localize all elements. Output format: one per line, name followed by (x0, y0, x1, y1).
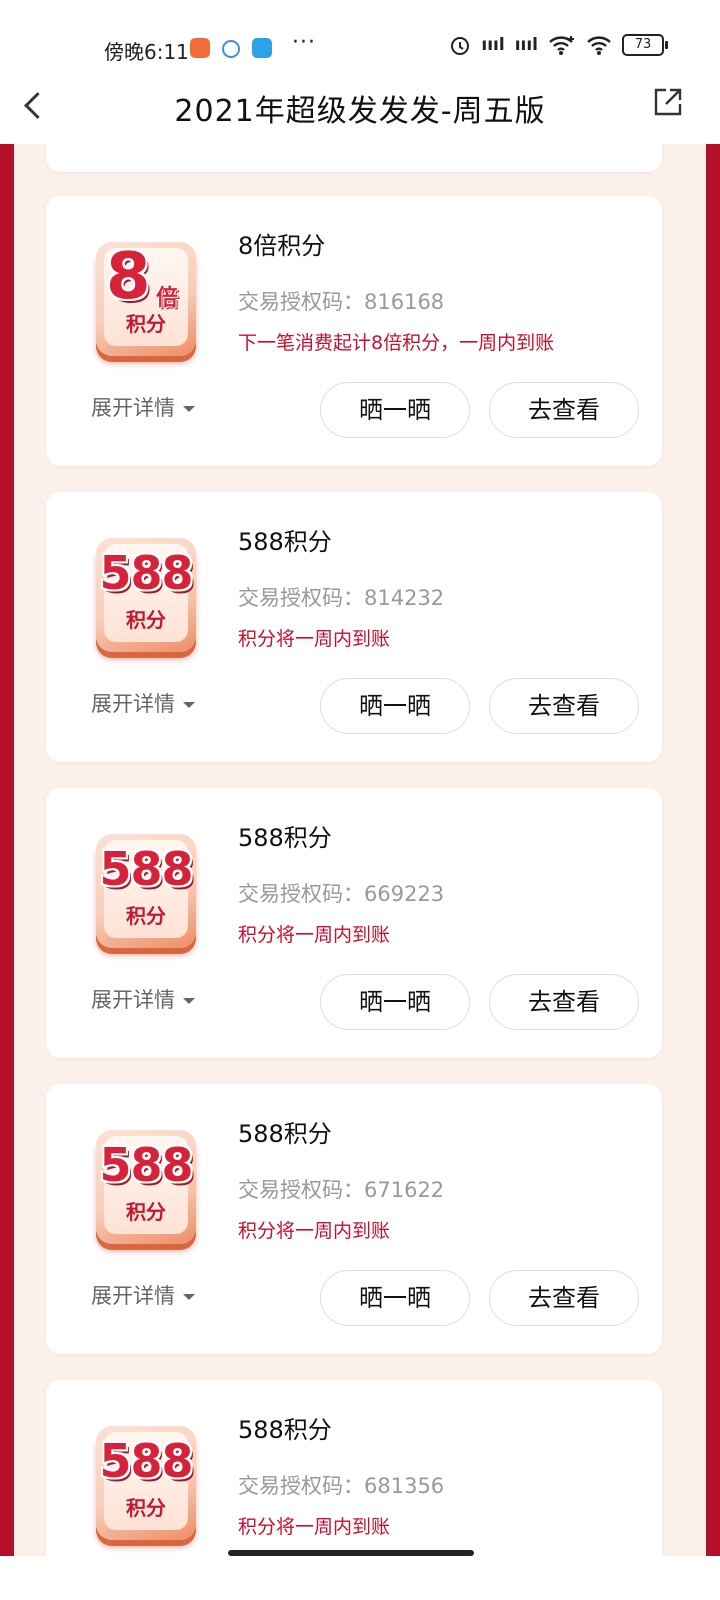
share-button[interactable]: 晒一晒 (320, 678, 470, 734)
chevron-down-icon (183, 406, 195, 412)
card-list: 8 倍 积分 8倍积分 交易授权码：816168 下一笔消费起计8倍积分，一周内… (14, 144, 706, 1556)
badge-number: 588 (99, 1434, 193, 1488)
card-description: 积分将一周内到账 (238, 1220, 391, 1242)
content-area[interactable]: 8 倍 积分 8倍积分 交易授权码：816168 下一笔消费起计8倍积分，一周内… (0, 144, 720, 1556)
card-description: 积分将一周内到账 (238, 1516, 391, 1538)
badge-label: 积分 (126, 904, 166, 928)
auth-code: 交易授权码：814232 (238, 586, 445, 610)
home-indicator[interactable] (228, 1550, 474, 1556)
wifi-icon (587, 36, 611, 55)
card-description: 下一笔消费起计8倍积分，一周内到账 (238, 332, 555, 354)
expand-label: 展开详情 (91, 1284, 175, 1308)
card-title: 588积分 (238, 824, 332, 852)
more-notifications-icon: ··· (292, 30, 316, 55)
badge-number: 8 (106, 240, 151, 314)
reward-card: 8 倍 积分 8倍积分 交易授权码：816168 下一笔消费起计8倍积分，一周内… (46, 196, 662, 466)
badge-label: 积分 (126, 608, 166, 632)
status-time: 傍晚6:11 (104, 40, 189, 64)
chevron-down-icon (183, 1294, 195, 1300)
card-description: 积分将一周内到账 (238, 628, 391, 650)
badge-number: 588 (99, 842, 193, 896)
expand-details-link[interactable]: 展开详情 (91, 1280, 195, 1310)
reward-card: 588 积分 588积分 交易授权码：669223 积分将一周内到账 展开详情 … (46, 788, 662, 1058)
badge-label: 积分 (126, 312, 166, 336)
signal-icon-2: ıııl (514, 35, 538, 55)
battery-icon: 73 (622, 34, 668, 56)
chevron-down-icon (183, 702, 195, 708)
status-icons: ıııl ıııl 73 (449, 34, 668, 56)
bottom-safe-area (0, 1556, 720, 1600)
share-button[interactable]: 晒一晒 (320, 382, 470, 438)
view-button[interactable]: 去查看 (489, 382, 639, 438)
card-partial-top (46, 144, 662, 172)
reward-badge: 8 倍 积分 (96, 236, 196, 362)
reward-card: 588 积分 588积分 交易授权码：814232 积分将一周内到账 展开详情 … (46, 492, 662, 762)
expand-details-link[interactable]: 展开详情 (91, 984, 195, 1014)
chevron-down-icon (183, 998, 195, 1004)
share-external-icon[interactable] (652, 86, 684, 118)
card-description: 积分将一周内到账 (238, 924, 391, 946)
reward-badge: 588 积分 (96, 532, 196, 658)
notification-message-icon (252, 38, 272, 58)
page-title: 2021年超级发发发-周五版 (174, 94, 546, 129)
wifi-plus-icon (549, 36, 574, 55)
alarm-icon (451, 37, 470, 55)
view-button[interactable]: 去查看 (489, 678, 639, 734)
expand-label: 展开详情 (91, 396, 175, 420)
view-button[interactable]: 去查看 (489, 974, 639, 1030)
card-title: 8倍积分 (238, 232, 326, 260)
auth-code: 交易授权码：816168 (238, 290, 445, 314)
auth-code: 交易授权码：681356 (238, 1474, 445, 1498)
reward-badge: 588 积分 (96, 1124, 196, 1250)
auth-code: 交易授权码：669223 (238, 882, 445, 906)
nav-bar: 2021年超级发发发-周五版 (0, 70, 720, 144)
expand-label: 展开详情 (91, 988, 175, 1012)
share-button[interactable]: 晒一晒 (320, 974, 470, 1030)
badge-label: 积分 (126, 1200, 166, 1224)
expand-label: 展开详情 (91, 692, 175, 716)
badge-label: 积分 (126, 1496, 166, 1520)
card-title: 588积分 (238, 1120, 332, 1148)
reward-badge: 588 积分 (96, 828, 196, 954)
reward-card: 588 积分 588积分 交易授权码：671622 积分将一周内到账 展开详情 … (46, 1084, 662, 1354)
reward-badge: 588 积分 (96, 1420, 196, 1546)
badge-number: 588 (99, 1138, 193, 1192)
expand-details-link[interactable]: 展开详情 (91, 392, 195, 422)
notification-chat-icon (222, 40, 240, 58)
expand-details-link[interactable]: 展开详情 (91, 688, 195, 718)
reward-card: 588 积分 588积分 交易授权码：681356 积分将一周内到账 (46, 1380, 662, 1556)
card-title: 588积分 (238, 528, 332, 556)
view-button[interactable]: 去查看 (489, 1270, 639, 1326)
card-title: 588积分 (238, 1416, 332, 1444)
badge-number: 588 (99, 546, 193, 600)
share-button[interactable]: 晒一晒 (320, 1270, 470, 1326)
auth-code: 交易授权码：671622 (238, 1178, 445, 1202)
signal-icon-1: ıııl (481, 35, 505, 55)
notification-app-icon (190, 38, 210, 58)
